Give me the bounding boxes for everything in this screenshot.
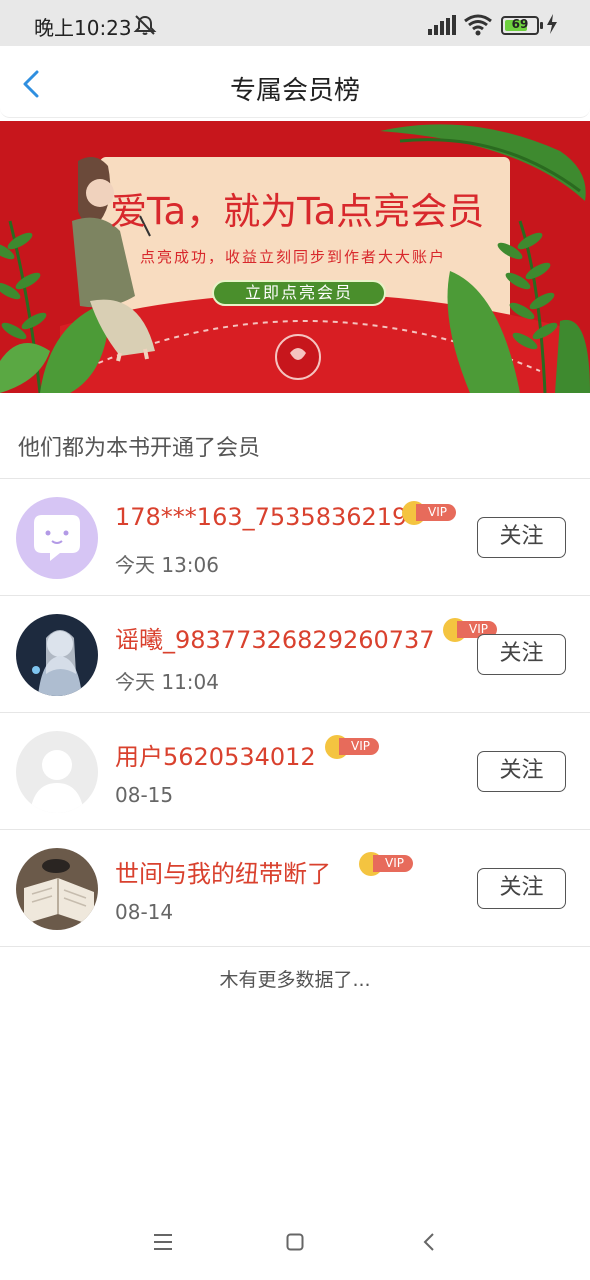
back-nav-icon[interactable] xyxy=(422,1233,436,1251)
menu-icon[interactable] xyxy=(153,1233,173,1251)
default-user-avatar-icon xyxy=(16,731,98,813)
banner-subline: 点亮成功，收益立刻同步到作者大大账户 xyxy=(140,248,447,266)
page-title: 专属会员榜 xyxy=(229,76,360,106)
banner-headline: 爱Ta，就为Ta点亮会员 xyxy=(110,190,485,233)
no-more-data-text: 木有更多数据了... xyxy=(219,969,371,991)
follow-button[interactable]: 关注 xyxy=(477,634,566,675)
member-name[interactable]: 谣曦_98377326829260737 xyxy=(115,620,435,655)
system-nav-bar xyxy=(0,1205,590,1280)
member-time: 今天 13:06 xyxy=(115,553,219,577)
list-item[interactable]: 178***163_7535836219 VIP 今天 13:06 关注 xyxy=(0,479,590,596)
activate-membership-button[interactable]: 立即点亮会员 xyxy=(212,280,386,306)
follow-button[interactable]: 关注 xyxy=(477,868,566,909)
battery-icon: 69 xyxy=(501,16,543,35)
member-name[interactable]: 世间与我的纽带断了 xyxy=(115,854,331,889)
status-bar: 晚上10:23 69 xyxy=(0,0,590,46)
member-time: 今天 11:04 xyxy=(115,670,219,694)
avatar[interactable] xyxy=(16,848,98,930)
signal-icon xyxy=(428,15,456,35)
book-photo-avatar-icon xyxy=(16,848,98,930)
avatar[interactable] xyxy=(16,731,98,813)
list-item[interactable]: 世间与我的纽带断了 VIP 08-14 关注 xyxy=(0,830,590,947)
follow-button[interactable]: 关注 xyxy=(477,517,566,558)
promo-banner[interactable]: 爱Ta，就为Ta点亮会员 点亮成功，收益立刻同步到作者大大账户 立即点亮会员 xyxy=(0,121,590,393)
avatar[interactable] xyxy=(16,497,98,579)
chat-bubble-avatar-icon xyxy=(16,497,98,579)
vip-label: VIP xyxy=(339,738,379,755)
status-time: 晚上10:23 xyxy=(34,16,132,40)
member-time: 08-14 xyxy=(115,900,174,924)
member-name[interactable]: 用户5620534012 xyxy=(115,737,316,772)
portrait-avatar-icon xyxy=(16,614,98,696)
nav-bar: 专属会员榜 xyxy=(0,46,590,118)
section-title: 他们都为本书开通了会员 xyxy=(18,436,261,461)
vip-label: VIP xyxy=(416,504,456,521)
list-item[interactable]: 用户5620534012 VIP 08-15 关注 xyxy=(0,713,590,830)
member-time: 08-15 xyxy=(115,783,174,807)
home-icon[interactable] xyxy=(286,1233,304,1251)
member-name[interactable]: 178***163_7535836219 xyxy=(115,503,407,531)
battery-level: 69 xyxy=(511,17,529,31)
wifi-icon xyxy=(464,14,492,36)
list-item[interactable]: 谣曦_98377326829260737 VIP 今天 11:04 关注 xyxy=(0,596,590,713)
charging-icon xyxy=(547,14,557,34)
vip-label: VIP xyxy=(373,855,413,872)
avatar[interactable] xyxy=(16,614,98,696)
follow-button[interactable]: 关注 xyxy=(477,751,566,792)
mute-icon xyxy=(133,15,157,35)
